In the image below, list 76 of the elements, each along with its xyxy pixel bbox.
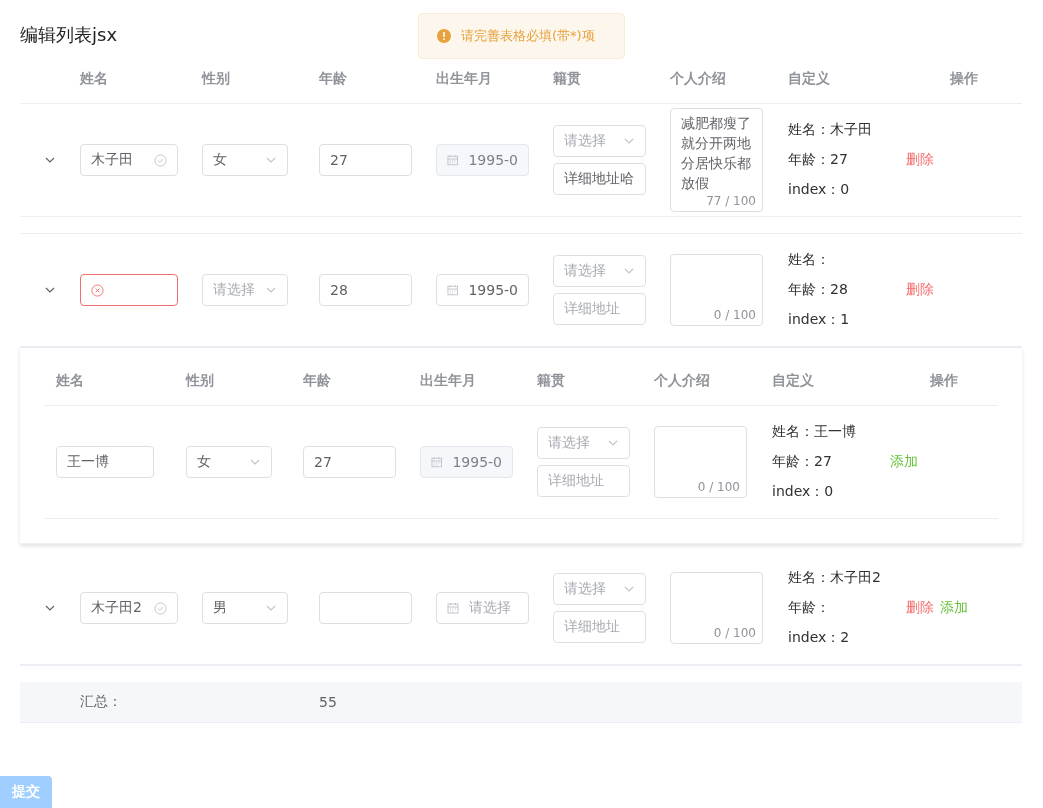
column-header: 姓名 <box>56 372 84 390</box>
native-select[interactable]: 请选择 <box>553 255 646 287</box>
delete-link[interactable]: 删除 <box>906 281 934 299</box>
calendar-icon <box>431 456 443 468</box>
age-field[interactable]: 27 <box>303 446 396 478</box>
age-field[interactable]: 27 <box>319 144 412 176</box>
custom-text: 姓名： <box>788 251 830 269</box>
date-field[interactable]: 请选择 <box>436 592 529 624</box>
native-select[interactable]: 请选择 <box>553 573 646 605</box>
column-header: 姓名 <box>80 70 108 88</box>
column-header: 出生年月 <box>436 70 492 88</box>
check-circle-icon <box>154 153 167 167</box>
column-header: 性别 <box>186 372 214 390</box>
summary-value: 55 <box>319 694 337 710</box>
intro-textarea[interactable]: 0 / 100 <box>670 254 763 326</box>
column-header: 年龄 <box>319 70 347 88</box>
column-header: 自定义 <box>772 372 814 390</box>
age-field[interactable] <box>319 592 412 624</box>
column-header: 性别 <box>202 70 230 88</box>
delete-link[interactable]: 删除 <box>906 599 934 617</box>
name-field[interactable]: 王一博 <box>56 446 154 478</box>
page-title: 编辑列表jsx <box>20 23 118 47</box>
name-field[interactable]: 木子田2 <box>80 592 178 624</box>
custom-text: index：2 <box>788 629 850 647</box>
custom-text: index：1 <box>788 311 850 329</box>
custom-text: 姓名：木子田 <box>788 121 872 139</box>
custom-text: 年龄：27 <box>772 453 832 471</box>
address-field[interactable]: 详细地址 <box>537 465 630 497</box>
intro-textarea[interactable]: 减肥都瘦了就分开两地分居快乐都放假 77 / 100 <box>670 108 763 212</box>
gender-select[interactable]: 男 <box>202 592 288 624</box>
warning-icon <box>437 29 451 43</box>
custom-text: 姓名：木子田2 <box>788 569 881 587</box>
custom-text: 年龄：27 <box>788 151 848 169</box>
name-field[interactable] <box>80 274 178 306</box>
gender-select[interactable]: 女 <box>202 144 288 176</box>
date-field[interactable]: 1995-0 <box>436 274 529 306</box>
intro-text: 减肥都瘦了就分开两地分居快乐都放假 <box>681 114 752 193</box>
gender-select[interactable]: 请选择 <box>202 274 288 306</box>
check-circle-icon <box>154 601 167 615</box>
char-count: 77 / 100 <box>706 193 756 209</box>
add-link[interactable]: 添加 <box>940 599 968 617</box>
column-header: 个人介绍 <box>670 70 726 88</box>
calendar-icon <box>447 284 459 296</box>
column-header: 操作 <box>950 70 978 88</box>
address-field[interactable]: 详细地址 <box>553 293 646 325</box>
summary-label: 汇总： <box>80 693 122 711</box>
calendar-icon <box>447 602 459 614</box>
column-header: 个人介绍 <box>654 372 710 390</box>
intro-textarea[interactable]: 0 / 100 <box>654 426 747 498</box>
address-field[interactable]: 详细地址哈 <box>553 163 646 195</box>
column-header: 年龄 <box>303 372 331 390</box>
custom-text: 年龄：28 <box>788 281 848 299</box>
char-count: 0 / 100 <box>713 625 756 641</box>
column-header: 自定义 <box>788 70 830 88</box>
native-select[interactable]: 请选择 <box>553 125 646 157</box>
error-circle-icon <box>91 283 104 297</box>
custom-text: 姓名：王一博 <box>772 423 856 441</box>
address-field[interactable]: 详细地址 <box>553 611 646 643</box>
custom-text: index：0 <box>788 181 850 199</box>
delete-link[interactable]: 删除 <box>906 151 934 169</box>
name-field[interactable]: 木子田 <box>80 144 178 176</box>
calendar-icon <box>447 154 459 166</box>
warning-alert: 请完善表格必填(带*)项 <box>418 13 625 59</box>
intro-textarea[interactable]: 0 / 100 <box>670 572 763 644</box>
gender-select[interactable]: 女 <box>186 446 272 478</box>
column-header: 籍贯 <box>553 70 581 88</box>
age-field[interactable]: 28 <box>319 274 412 306</box>
char-count: 0 / 100 <box>697 479 740 495</box>
custom-text: index：0 <box>772 483 834 501</box>
column-header: 籍贯 <box>537 372 565 390</box>
column-header: 出生年月 <box>420 372 476 390</box>
native-select[interactable]: 请选择 <box>537 427 630 459</box>
column-header: 操作 <box>930 372 958 390</box>
custom-text: 年龄： <box>788 599 830 617</box>
add-link[interactable]: 添加 <box>890 453 918 471</box>
char-count: 0 / 100 <box>713 307 756 323</box>
